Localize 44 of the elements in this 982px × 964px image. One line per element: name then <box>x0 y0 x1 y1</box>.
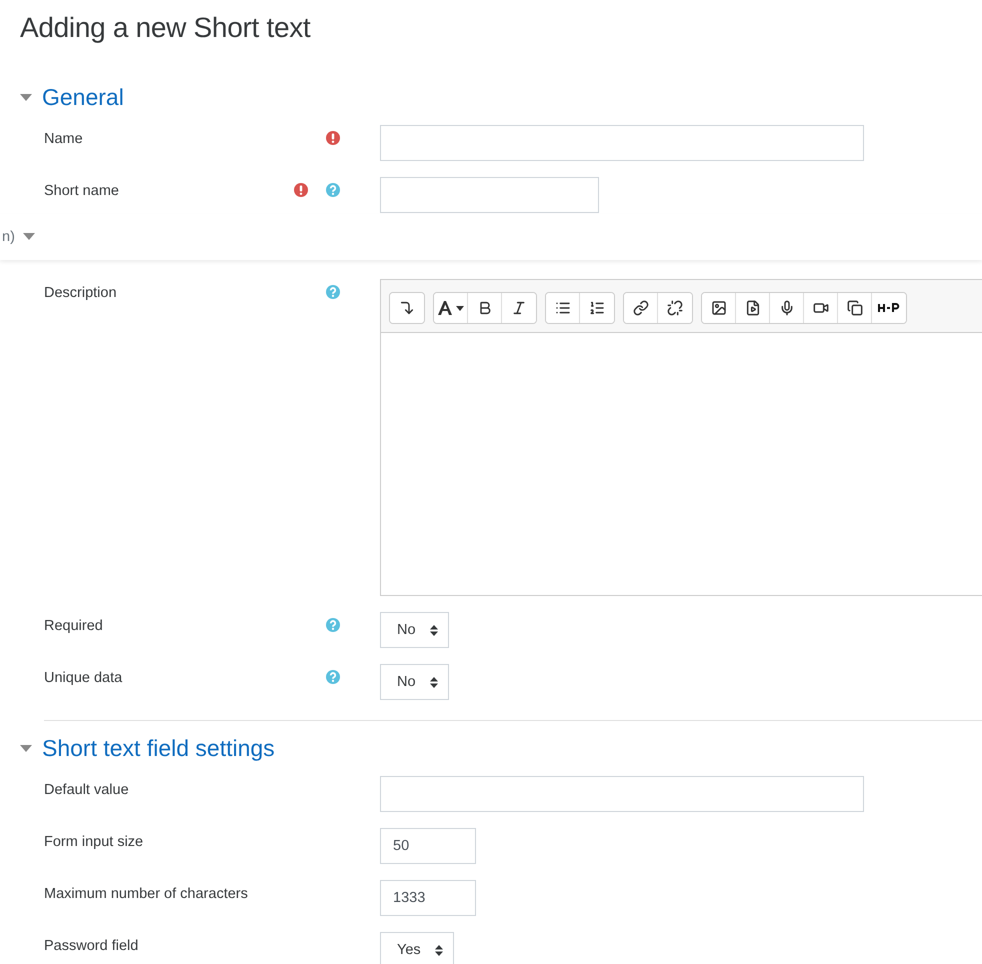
updown-caret-icon <box>430 624 438 636</box>
select-field[interactable]: No <box>380 664 449 700</box>
dropdown-menu[interactable]: n) <box>0 229 35 245</box>
updown-caret-icon <box>434 944 443 956</box>
font-color-button[interactable] <box>434 293 468 323</box>
updown-caret-icon <box>430 676 438 688</box>
field-label: Password field <box>44 937 140 956</box>
page-title: Adding a new Short text <box>20 12 312 44</box>
field-label: Required <box>44 617 104 636</box>
field-label: Unique data <box>44 669 124 688</box>
microphone-icon <box>778 300 794 316</box>
text-field[interactable] <box>380 776 864 812</box>
caret-icon <box>22 233 35 241</box>
field-label: Short name <box>44 182 120 201</box>
unlink-icon <box>667 300 683 316</box>
bullet-list-icon <box>554 300 570 316</box>
image-button[interactable] <box>702 293 736 323</box>
link-icon <box>632 300 648 316</box>
collapse-caret-icon[interactable] <box>20 94 32 102</box>
bullet-list-button[interactable] <box>546 293 580 323</box>
field-label: Name <box>44 130 84 149</box>
numbered-list-icon <box>589 300 605 316</box>
field-label: Description <box>44 284 118 303</box>
text-field[interactable]: 1333 <box>380 880 476 916</box>
image-icon <box>710 300 726 316</box>
copy-icon <box>846 300 862 316</box>
text-field[interactable]: 50 <box>380 828 476 864</box>
field-label: Default value <box>44 781 130 800</box>
select-field[interactable]: No <box>380 612 449 648</box>
error-icon <box>326 131 340 145</box>
collapse-caret-icon[interactable] <box>20 744 32 752</box>
arrow-icon <box>399 300 415 316</box>
link-button[interactable] <box>624 293 658 323</box>
error-icon <box>294 183 308 197</box>
text-field[interactable] <box>380 177 599 213</box>
italic-icon <box>511 300 527 316</box>
video-file-icon <box>744 300 760 316</box>
field-label: Form input size <box>44 833 144 852</box>
font-color-icon <box>436 300 464 316</box>
h5p-logo-icon <box>878 303 900 313</box>
text-field[interactable] <box>380 125 864 161</box>
select-field[interactable]: Yes <box>380 932 454 964</box>
section-title[interactable]: General <box>42 84 124 111</box>
section-title[interactable]: Short text field settings <box>42 735 275 762</box>
